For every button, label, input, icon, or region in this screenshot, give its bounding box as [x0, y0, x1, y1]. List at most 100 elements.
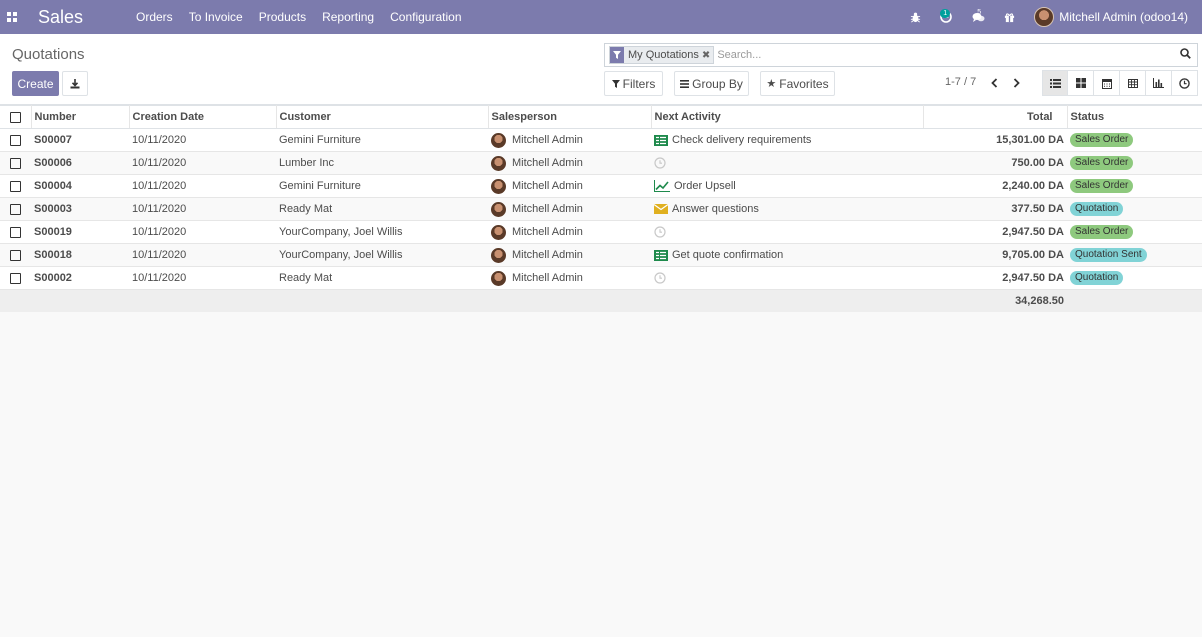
- table-footer-row: 34,268.50: [0, 289, 1202, 312]
- row-checkbox-cell[interactable]: [0, 220, 31, 244]
- column-header-customer[interactable]: Customer: [276, 105, 489, 129]
- cell-next-activity[interactable]: Get quote confirmation: [651, 243, 923, 267]
- cell-creation-date: 10/11/2020: [129, 174, 276, 198]
- cell-status: Sales Order: [1067, 220, 1202, 244]
- group-by-button[interactable]: Group By: [674, 71, 749, 96]
- user-menu[interactable]: Mitchell Admin (odoo14): [1034, 0, 1202, 34]
- facet-remove-icon[interactable]: ✖: [702, 50, 713, 61]
- clock-activity-icon[interactable]: [654, 157, 666, 169]
- activity-button[interactable]: 1: [930, 0, 962, 34]
- calendar-view-button[interactable]: [1094, 70, 1120, 96]
- clock-icon: [1179, 77, 1190, 89]
- activity-count-badge: 1: [940, 9, 951, 18]
- tasks-activity-icon[interactable]: [654, 249, 668, 261]
- table-row[interactable]: S00007 10/11/2020 Gemini Furniture Mitchell…: [0, 128, 1202, 152]
- clock-activity-icon[interactable]: [654, 226, 666, 238]
- cell-status: Sales Order: [1067, 174, 1202, 198]
- table-row[interactable]: S00006 10/11/2020 Lumber Inc Mitchell Admin…: [0, 151, 1202, 175]
- cell-next-activity[interactable]: Answer questions: [651, 197, 923, 221]
- salesperson-avatar: [491, 247, 506, 263]
- kanban-view-button[interactable]: [1068, 70, 1094, 96]
- top-navbar: Sales Orders To Invoice Products Reporti…: [0, 0, 1202, 34]
- column-header-salesperson[interactable]: Salesperson: [488, 105, 652, 129]
- favorites-button[interactable]: ★ Favorites: [760, 71, 835, 96]
- search-input[interactable]: [717, 49, 1197, 61]
- activity-summary: Get quote confirmation: [672, 249, 784, 261]
- row-checkbox[interactable]: [10, 249, 21, 261]
- status-badge: Quotation Sent: [1070, 248, 1147, 262]
- row-checkbox[interactable]: [10, 134, 21, 146]
- salesperson-avatar: [491, 155, 506, 171]
- menu-item-configuration[interactable]: Configuration: [382, 0, 469, 34]
- debug-button[interactable]: [900, 0, 930, 34]
- row-checkbox[interactable]: [10, 180, 21, 192]
- row-checkbox-cell[interactable]: [0, 151, 31, 175]
- menu-item-to-invoice[interactable]: To Invoice: [181, 0, 251, 34]
- row-checkbox[interactable]: [10, 157, 21, 169]
- clock-activity-icon[interactable]: [654, 272, 666, 284]
- messages-button[interactable]: 5: [962, 0, 994, 34]
- user-avatar: [1034, 7, 1055, 27]
- activity-view-button[interactable]: [1172, 70, 1198, 96]
- select-all-checkbox-cell[interactable]: [0, 105, 32, 129]
- row-checkbox[interactable]: [10, 226, 21, 238]
- cell-next-activity[interactable]: Check delivery requirements: [651, 128, 923, 152]
- tasks-activity-icon[interactable]: [654, 134, 668, 146]
- column-header-next-activity[interactable]: Next Activity: [651, 105, 924, 129]
- calendar-icon: [1101, 78, 1112, 89]
- cell-status: Quotation: [1067, 197, 1202, 221]
- salesperson-avatar: [491, 201, 506, 217]
- status-badge: Quotation: [1070, 202, 1124, 216]
- search-icon[interactable]: [1180, 48, 1191, 62]
- pivot-view-button[interactable]: [1120, 70, 1146, 96]
- row-checkbox[interactable]: [10, 272, 21, 284]
- cell-total: 9,705.00 DA: [923, 243, 1067, 267]
- pager-next-button[interactable]: [1006, 73, 1026, 93]
- table-row[interactable]: S00004 10/11/2020 Gemini Furniture Mitchell…: [0, 174, 1202, 198]
- envelope-activity-icon[interactable]: [654, 204, 668, 214]
- apps-menu-icon[interactable]: [0, 0, 24, 34]
- cell-next-activity[interactable]: [651, 266, 923, 290]
- cell-creation-date: 10/11/2020: [129, 266, 276, 290]
- select-all-checkbox[interactable]: [9, 111, 21, 123]
- menu-item-reporting[interactable]: Reporting: [314, 0, 382, 34]
- table-row[interactable]: S00002 10/11/2020 Ready Mat Mitchell Admin 2…: [0, 266, 1202, 290]
- filters-button[interactable]: Filters: [604, 71, 663, 96]
- cell-creation-date: 10/11/2020: [129, 243, 276, 267]
- chevron-left-icon: [990, 78, 997, 88]
- column-header-status[interactable]: Status: [1067, 105, 1202, 129]
- menu-item-products[interactable]: Products: [251, 0, 314, 34]
- row-checkbox-cell[interactable]: [0, 197, 31, 221]
- create-button[interactable]: Create: [12, 71, 59, 96]
- gift-button[interactable]: [994, 0, 1024, 34]
- app-title[interactable]: Sales: [38, 7, 113, 28]
- row-checkbox-cell[interactable]: [0, 174, 31, 198]
- pager-previous-button[interactable]: [984, 73, 1004, 93]
- pager-value[interactable]: 1-7 / 7: [945, 76, 976, 88]
- cell-number: S00018: [31, 243, 129, 267]
- cell-next-activity[interactable]: [651, 220, 923, 244]
- cell-salesperson: Mitchell Admin: [488, 266, 651, 290]
- row-checkbox-cell[interactable]: [0, 243, 31, 267]
- cell-customer: Gemini Furniture: [276, 128, 488, 152]
- cell-next-activity[interactable]: Order Upsell: [651, 174, 923, 198]
- cell-total: 2,947.50 DA: [923, 266, 1067, 290]
- table-row[interactable]: S00018 10/11/2020 YourCompany, Joel Willis…: [0, 243, 1202, 267]
- menu-item-orders[interactable]: Orders: [128, 0, 181, 34]
- row-checkbox-cell[interactable]: [0, 266, 31, 290]
- column-header-creation-date[interactable]: Creation Date: [129, 105, 277, 129]
- table-row[interactable]: S00003 10/11/2020 Ready Mat Mitchell Admin A…: [0, 197, 1202, 221]
- row-checkbox-cell[interactable]: [0, 128, 31, 152]
- column-header-total[interactable]: Total: [923, 105, 1068, 129]
- graph-view-button[interactable]: [1146, 70, 1172, 96]
- list-view-button[interactable]: [1042, 70, 1068, 96]
- salesperson-name: Mitchell Admin: [512, 226, 583, 238]
- cell-customer: Ready Mat: [276, 266, 488, 290]
- download-button[interactable]: [62, 71, 88, 96]
- cell-next-activity[interactable]: [651, 151, 923, 175]
- column-header-number[interactable]: Number: [31, 105, 130, 129]
- cell-salesperson: Mitchell Admin: [488, 174, 651, 198]
- chart-activity-icon[interactable]: [654, 180, 670, 192]
- table-row[interactable]: S00019 10/11/2020 YourCompany, Joel Willis…: [0, 220, 1202, 244]
- row-checkbox[interactable]: [10, 203, 21, 215]
